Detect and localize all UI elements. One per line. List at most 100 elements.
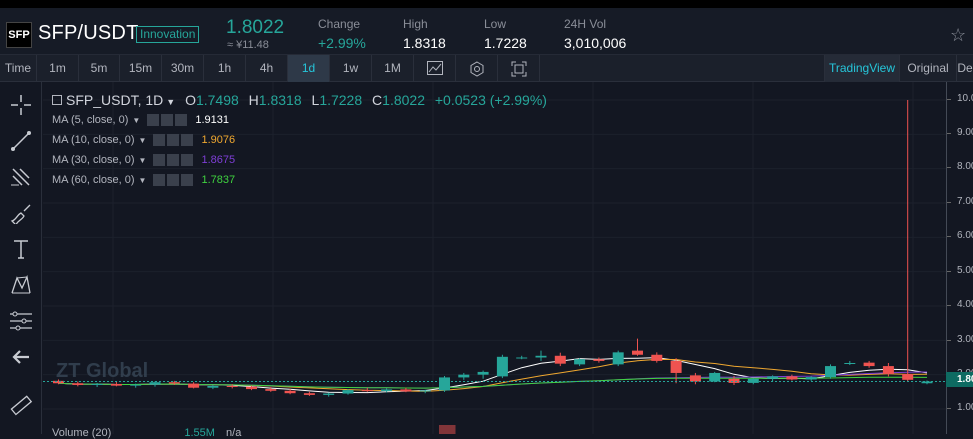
candle-body [844, 362, 856, 364]
candle-body [439, 377, 450, 391]
tradingview-tab[interactable]: TradingView [824, 55, 900, 82]
back-arrow-icon[interactable] [8, 344, 34, 370]
vol-label: 24H Vol [564, 17, 607, 31]
text-icon[interactable] [8, 236, 34, 262]
ma-row-5[interactable]: MA (5, close, 0) ▼ 1.9131 [52, 114, 229, 126]
ma-row-30[interactable]: MA (30, close, 0) ▼ 1.8675 [52, 154, 235, 166]
low-stat: Low 1.7228 [484, 17, 527, 51]
candle-body [226, 385, 238, 387]
y-tick: 8.00 [946, 161, 973, 172]
ruler-icon[interactable] [8, 392, 34, 418]
eye-icon[interactable] [147, 114, 160, 126]
original-tab[interactable]: Original [900, 55, 957, 82]
gear-icon[interactable] [167, 134, 180, 146]
candle-body [496, 356, 508, 377]
fib-icon[interactable] [8, 164, 34, 190]
low-label: Low [484, 17, 507, 31]
candle-body [361, 390, 373, 392]
chevron-down-icon[interactable]: ▼ [139, 156, 147, 165]
star-icon[interactable]: ☆ [950, 25, 966, 46]
last-price: 1.8022 [226, 17, 285, 38]
brush-icon[interactable] [8, 200, 34, 226]
change-value: +2.99% [318, 35, 366, 51]
volume-legend[interactable]: Volume (20) 1.55M n/a [52, 427, 241, 439]
market-header: SFP SFP/USDT Innovation 1.8022 ≈ ¥11.48 … [0, 8, 973, 55]
pattern-icon[interactable] [8, 272, 34, 298]
ma-label: MA (10, close, 0) [52, 134, 135, 146]
change-label: Change [318, 17, 361, 31]
y-tick: 9.00 [946, 127, 973, 138]
drawing-toolbar [0, 82, 42, 434]
ma-value: 1.9131 [195, 114, 229, 126]
tf-30m[interactable]: 30m [162, 55, 204, 82]
tf-1M[interactable]: 1M [372, 55, 414, 82]
close-icon[interactable] [175, 114, 188, 126]
candle-body [574, 359, 586, 365]
legend-symbol[interactable]: SFP_USDT, 1D [66, 92, 163, 108]
ma-controls[interactable] [147, 114, 189, 126]
pair-title[interactable]: SFP/USDT [38, 22, 139, 45]
ma-row-10[interactable]: MA (10, close, 0) ▼ 1.9076 [52, 134, 235, 146]
candle-body [767, 376, 779, 379]
legend-collapse-icon[interactable] [52, 95, 62, 105]
fullscreen-icon[interactable] [498, 55, 540, 82]
bar-chart-icon[interactable] [414, 55, 456, 82]
chevron-down-icon[interactable]: ▼ [132, 116, 140, 125]
chevron-down-icon[interactable]: ▼ [166, 97, 175, 107]
tf-1m[interactable]: 1m [37, 55, 79, 82]
y-tick: 6.00 [946, 230, 973, 241]
close-icon[interactable] [181, 134, 194, 146]
candle-body [419, 390, 431, 392]
candle-body [689, 375, 701, 382]
ma-controls[interactable] [153, 134, 195, 146]
close-icon[interactable] [181, 174, 194, 186]
candle-body [265, 389, 277, 391]
chevron-down-icon[interactable]: ▼ [139, 176, 147, 185]
gear-icon[interactable] [167, 154, 180, 166]
eye-icon[interactable] [153, 174, 166, 186]
tf-1d[interactable]: 1d [288, 55, 330, 82]
high-value: 1.8318 [403, 35, 446, 51]
tf-1h[interactable]: 1h [204, 55, 246, 82]
ma-label: MA (60, close, 0) [52, 174, 135, 186]
candle-body [91, 383, 103, 385]
candle-body [303, 393, 315, 395]
timeframe-toolbar: Time 1m 5m 15m 30m 1h 4h 1d 1w 1M Tradin… [0, 55, 973, 82]
candle-body [747, 378, 759, 383]
close-icon[interactable] [181, 154, 194, 166]
settings-hex-icon[interactable] [456, 55, 498, 82]
ma-controls[interactable] [153, 154, 195, 166]
trend-line-icon[interactable] [8, 128, 34, 154]
tf-1w[interactable]: 1w [330, 55, 372, 82]
tf-5m[interactable]: 5m [79, 55, 120, 82]
price-cny: ≈ ¥11.48 [227, 39, 269, 51]
tf-15m[interactable]: 15m [120, 55, 162, 82]
tf-time[interactable]: Time [0, 55, 37, 82]
gear-icon[interactable] [161, 114, 174, 126]
candle-body [130, 384, 142, 386]
eye-icon[interactable] [153, 134, 166, 146]
volume-value: 1.55M [184, 427, 215, 439]
ma-controls[interactable] [153, 174, 195, 186]
legend-l-val: 1.7228 [319, 92, 363, 108]
candle-body [593, 359, 605, 361]
tf-4h[interactable]: 4h [246, 55, 288, 82]
ma-value: 1.7837 [201, 174, 236, 186]
ma-label: MA (5, close, 0) [52, 114, 129, 126]
legend-c-val: 1.8022 [382, 92, 425, 108]
ma-row-60[interactable]: MA (60, close, 0) ▼ 1.7837 [52, 174, 235, 186]
eye-icon[interactable] [153, 154, 166, 166]
depth-tab[interactable]: De [957, 55, 973, 82]
ma-value: 1.9076 [201, 134, 236, 146]
y-tick: 5.00 [946, 265, 973, 276]
legend-change: +0.0523 (+2.99%) [434, 92, 547, 108]
chevron-down-icon[interactable]: ▼ [139, 136, 147, 145]
candle-body [72, 383, 84, 385]
legend-o-key: O [185, 92, 196, 108]
top-black-bar [0, 0, 973, 8]
gear-icon[interactable] [167, 174, 180, 186]
measure-icon[interactable] [8, 308, 34, 334]
candle-body [651, 354, 663, 361]
ma-label: MA (30, close, 0) [52, 154, 135, 166]
crosshair-icon[interactable] [8, 92, 34, 118]
